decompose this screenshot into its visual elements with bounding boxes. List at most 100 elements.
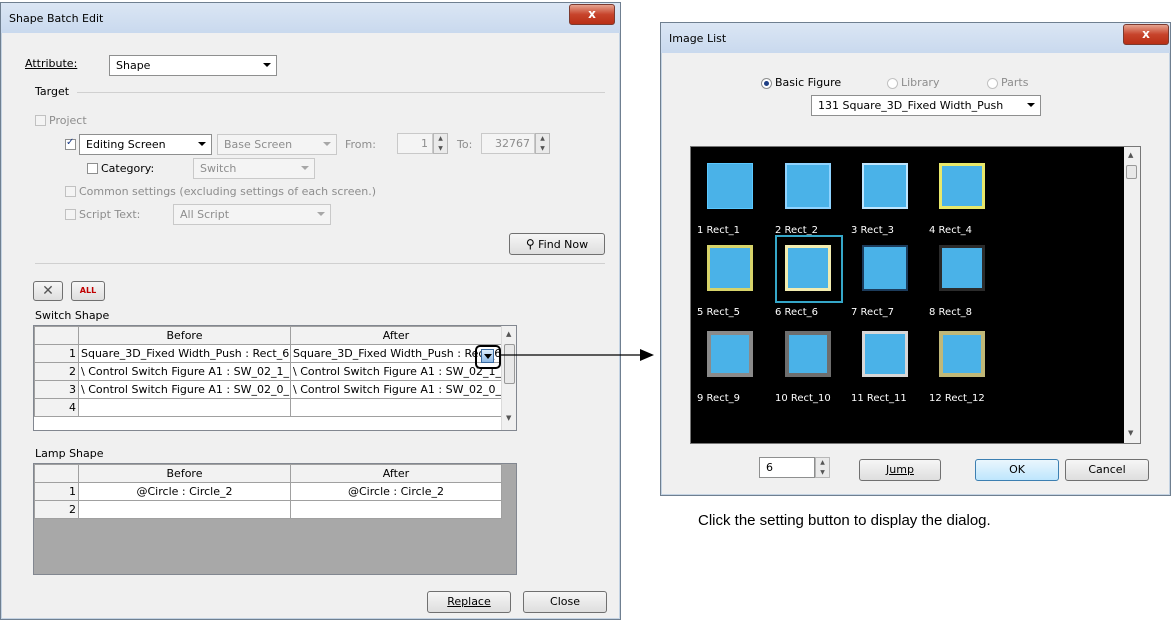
tile-2[interactable] [785, 163, 831, 209]
after-cell[interactable]: Square_3D_Fixed Width_Push : Rect_6 [290, 344, 502, 363]
table-header: Before After [34, 326, 502, 345]
edit-all-button[interactable]: ALL [71, 281, 105, 301]
script-text-checkbox[interactable] [65, 209, 76, 220]
tile-12[interactable] [939, 331, 985, 377]
tile-5[interactable] [707, 245, 753, 291]
tile-10[interactable] [785, 331, 831, 377]
table-row[interactable]: 2 \ Control Switch Figure A1 : SW_02_1_ … [34, 362, 502, 381]
scroll-thumb[interactable] [1126, 165, 1137, 179]
screen-kind-value: Base Screen [224, 138, 293, 151]
cancel-label: Cancel [1088, 463, 1126, 476]
tile-9[interactable] [707, 331, 753, 377]
rect-image [785, 331, 831, 377]
corner-cell [34, 326, 79, 345]
tile-label: 4 Rect_4 [929, 225, 972, 236]
project-checkbox[interactable] [35, 115, 46, 126]
replace-label: Replace [447, 595, 491, 608]
tile-1[interactable] [707, 163, 753, 209]
row-number: 3 [34, 380, 79, 399]
all-icon: ALL [79, 286, 97, 295]
cancel-button[interactable]: Cancel [1065, 459, 1149, 481]
table-row[interactable]: 4 [34, 398, 502, 417]
from-value: 1 [421, 137, 428, 150]
target-group-label: Target [35, 85, 70, 98]
parts-radio[interactable] [987, 78, 998, 89]
close-window-button[interactable]: x [1123, 24, 1169, 45]
scroll-down-icon[interactable]: ▼ [1128, 429, 1133, 437]
script-text-label: Script Text: [79, 208, 141, 221]
lamp-shape-table: Before After 1 @Circle : Circle_2 @Circl… [34, 464, 502, 519]
table-header: Before After [34, 464, 502, 483]
jump-spinner[interactable]: ▲ ▼ [815, 457, 830, 478]
switch-shape-table: Before After 1 Square_3D_Fixed Width_Pus… [34, 326, 502, 417]
rect-image [785, 245, 831, 291]
tile-7[interactable] [862, 245, 908, 291]
before-cell[interactable]: \ Control Switch Figure A1 : SW_02_0_ [78, 380, 291, 399]
screen-kind-select[interactable]: Base Screen [217, 134, 337, 155]
after-cell[interactable] [290, 398, 502, 417]
parts-label: Parts [1001, 76, 1029, 89]
vertical-scrollbar[interactable]: ▲ ▼ [1124, 147, 1140, 443]
tile-4[interactable] [939, 163, 985, 209]
scroll-up-icon[interactable]: ▲ [1128, 151, 1133, 159]
ok-button[interactable]: OK [975, 459, 1059, 481]
to-input[interactable]: 32767 [481, 133, 535, 154]
to-spinner[interactable]: ▲ ▼ [535, 133, 550, 154]
find-now-label: Find Now [538, 238, 589, 251]
shape-setting-button[interactable] [481, 349, 494, 363]
replace-button[interactable]: Replace [427, 591, 511, 613]
lamp-shape-label: Lamp Shape [35, 447, 104, 460]
close-label: Close [550, 595, 580, 608]
tile-3[interactable] [862, 163, 908, 209]
basic-figure-radio[interactable] [761, 78, 772, 89]
from-input[interactable]: 1 [397, 133, 433, 154]
script-select[interactable]: All Script [173, 204, 331, 225]
table-row[interactable]: 1 Square_3D_Fixed Width_Push : Rect_6 Sq… [34, 344, 502, 363]
title-bar[interactable]: Image List x [661, 23, 1170, 53]
scroll-down-icon[interactable]: ▼ [506, 414, 511, 422]
jump-button[interactable]: Jump [859, 459, 941, 481]
category-label: Category: [101, 162, 155, 175]
attribute-select[interactable]: Shape [109, 55, 277, 76]
tile-11[interactable] [862, 331, 908, 377]
category-select[interactable]: Switch [193, 158, 315, 179]
rect-image [707, 331, 753, 377]
chevron-down-icon [198, 142, 206, 146]
table-row[interactable]: 2 [34, 500, 502, 519]
tile-6-selected[interactable] [775, 235, 843, 303]
close-window-button[interactable]: x [569, 4, 615, 25]
find-now-button[interactable]: ⚲ Find Now [509, 233, 605, 255]
before-cell[interactable]: @Circle : Circle_2 [78, 482, 291, 501]
editing-screen-checkbox[interactable] [65, 137, 76, 150]
after-cell[interactable]: @Circle : Circle_2 [290, 482, 502, 501]
lamp-shape-grid-frame: Before After 1 @Circle : Circle_2 @Circl… [33, 463, 517, 575]
after-cell[interactable] [290, 500, 502, 519]
scroll-up-icon[interactable]: ▲ [506, 330, 511, 338]
table-row[interactable]: 3 \ Control Switch Figure A1 : SW_02_0_ … [34, 380, 502, 399]
library-radio[interactable] [887, 78, 898, 89]
title-bar[interactable]: Shape Batch Edit x [1, 3, 620, 33]
category-checkbox[interactable] [87, 163, 98, 174]
after-cell[interactable]: \ Control Switch Figure A1 : SW_02_1_ [290, 362, 502, 381]
from-spinner[interactable]: ▲ ▼ [433, 133, 448, 154]
rect-image [707, 245, 753, 291]
before-cell[interactable] [78, 398, 291, 417]
jump-number-input[interactable]: 6 [759, 457, 815, 478]
after-cell[interactable]: \ Control Switch Figure A1 : SW_02_0_ [290, 380, 502, 399]
common-settings-checkbox[interactable] [65, 186, 76, 197]
library-label: Library [901, 76, 940, 89]
switch-shape-grid-frame: Before After 1 Square_3D_Fixed Width_Pus… [33, 325, 517, 431]
screen-type-select[interactable]: Editing Screen [79, 134, 212, 155]
screen-type-value: Editing Screen [86, 138, 166, 151]
figure-select[interactable]: 131 Square_3D_Fixed Width_Push [811, 95, 1041, 116]
before-cell[interactable]: Square_3D_Fixed Width_Push : Rect_6 [78, 344, 291, 363]
before-cell[interactable] [78, 500, 291, 519]
tile-label: 12 Rect_12 [929, 393, 985, 404]
before-cell[interactable]: \ Control Switch Figure A1 : SW_02_1_ [78, 362, 291, 381]
close-button[interactable]: Close [523, 591, 607, 613]
vertical-scrollbar[interactable]: ▲ ▼ [501, 326, 516, 430]
tile-8[interactable] [939, 245, 985, 291]
delete-button[interactable]: ✕ [33, 281, 63, 301]
dialog-title: Shape Batch Edit [9, 12, 104, 25]
table-row[interactable]: 1 @Circle : Circle_2 @Circle : Circle_2 [34, 482, 502, 501]
